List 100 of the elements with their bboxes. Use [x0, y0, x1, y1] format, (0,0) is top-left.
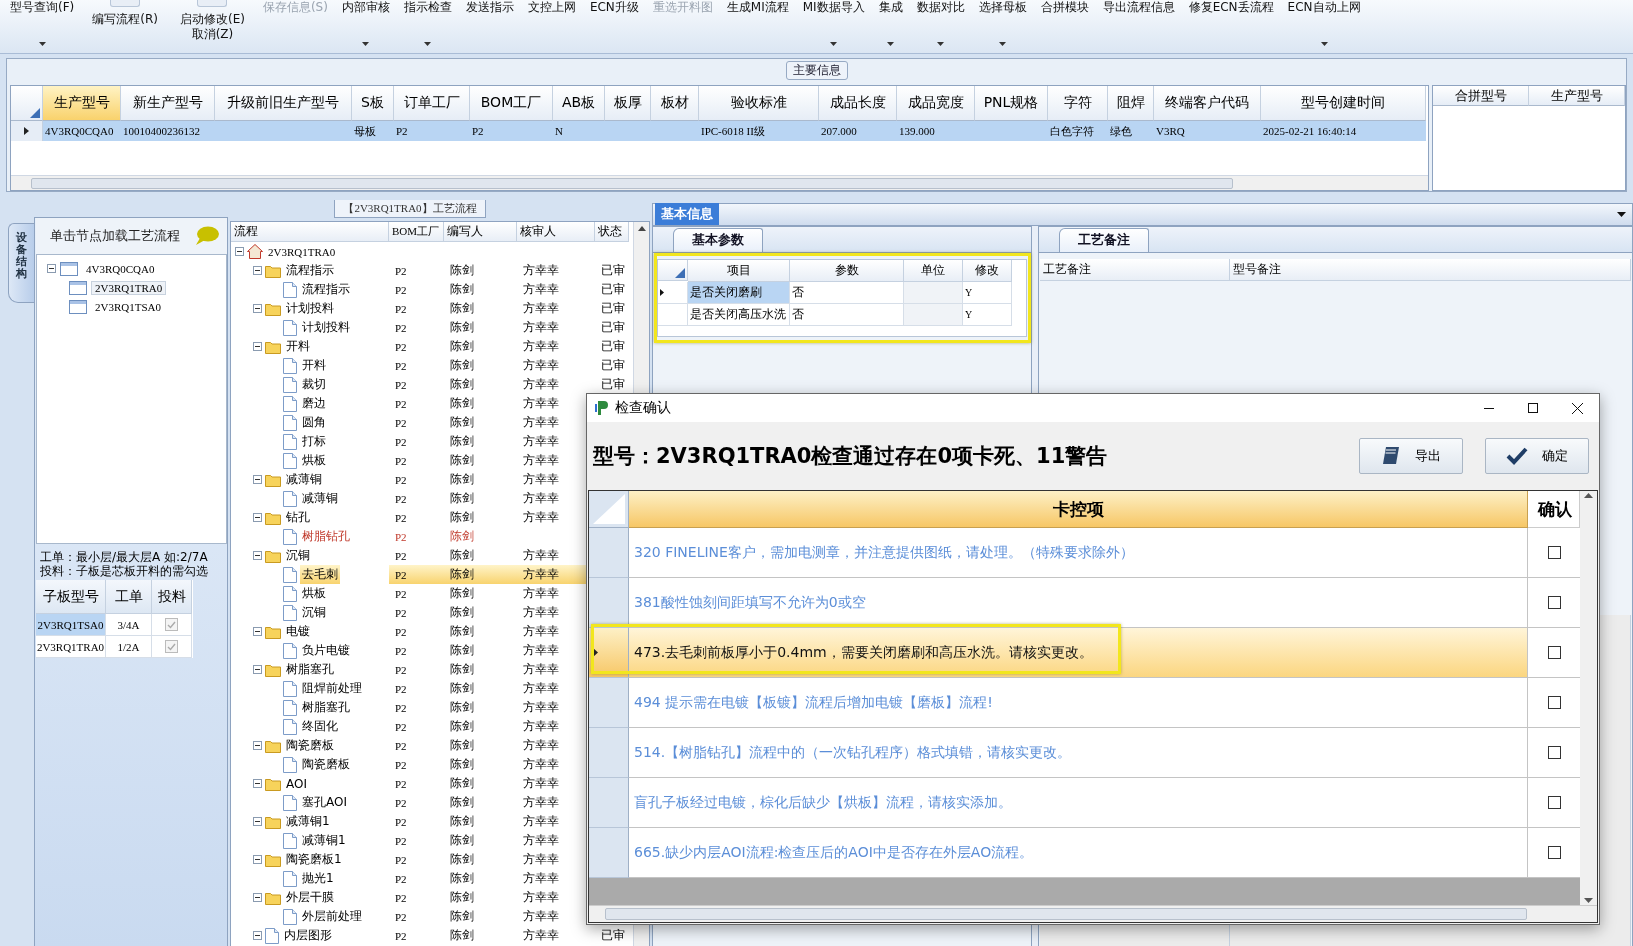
tree-item[interactable]: 计划投料 — [300, 318, 352, 337]
column-header[interactable]: 新生产型号 — [121, 86, 215, 121]
column-header[interactable]: 流程 — [231, 222, 389, 242]
collapse-toggle[interactable] — [253, 266, 262, 275]
tree-item[interactable]: 计划投料 — [284, 299, 336, 318]
dropdown-icon[interactable] — [1617, 212, 1626, 217]
tree-item[interactable]: 2V3RQ1TSA0 — [91, 299, 165, 314]
side-tab[interactable]: 设备结构 — [8, 223, 34, 303]
tab[interactable]: 基本参数 — [673, 228, 763, 252]
column-header[interactable]: 子板型号 — [36, 580, 106, 614]
tree-item[interactable]: 烘板 — [300, 584, 328, 603]
collapse-toggle[interactable] — [253, 817, 262, 826]
toolbar-button[interactable]: MI数据导入 — [802, 0, 865, 15]
column-header[interactable]: 订单工厂 — [394, 86, 470, 121]
export-button[interactable]: 导出 — [1359, 438, 1463, 474]
column-header[interactable]: 状态 — [595, 222, 629, 242]
tree-item[interactable]: 开料 — [300, 356, 328, 375]
confirm-button[interactable]: 确定 — [1485, 438, 1589, 474]
tree-item[interactable]: 树脂塞孔 — [284, 660, 336, 679]
horizontal-scrollbar[interactable] — [11, 175, 1428, 190]
toolbar-button[interactable]: 文控上网 — [527, 0, 576, 15]
checkbox[interactable] — [165, 640, 178, 653]
collapse-toggle[interactable] — [253, 931, 262, 940]
checkbox[interactable] — [1547, 646, 1561, 659]
column-header[interactable]: 单位 — [904, 260, 963, 282]
tree-item[interactable]: 钻孔 — [284, 508, 312, 527]
collapse-toggle[interactable] — [253, 342, 262, 351]
collapse-toggle[interactable] — [253, 665, 262, 674]
tree-item[interactable]: 流程指示 — [300, 280, 352, 299]
toolbar-button[interactable]: 型号查询(F) — [10, 0, 75, 15]
toolbar-button[interactable]: 修复ECN丢流程 — [1188, 0, 1274, 15]
column-header[interactable]: 生产型号 — [1529, 86, 1625, 106]
tree-item[interactable]: 减薄铜1 — [284, 812, 332, 831]
column-header[interactable]: 确认 — [1528, 491, 1580, 528]
collapse-toggle[interactable] — [253, 513, 262, 522]
tree-item[interactable]: 塞孔AOI — [300, 793, 349, 812]
checkbox[interactable] — [1547, 696, 1561, 709]
collapse-toggle[interactable] — [47, 264, 56, 273]
row-header[interactable] — [11, 121, 43, 141]
toolbar-button[interactable]: 启动修改(E) — [179, 12, 245, 27]
collapse-toggle[interactable] — [253, 855, 262, 864]
toolbar-button[interactable]: 数据对比 — [916, 0, 965, 15]
checkbox[interactable] — [1547, 796, 1561, 809]
tree-item[interactable]: 外层前处理 — [300, 907, 364, 926]
tree-item[interactable]: 阻焊前处理 — [300, 679, 364, 698]
collapse-toggle[interactable] — [253, 551, 262, 560]
column-header[interactable]: 板厚 — [605, 86, 651, 121]
column-header[interactable]: 参数 — [790, 260, 904, 282]
column-header[interactable]: 工单 — [106, 580, 152, 614]
collapse-toggle[interactable] — [253, 779, 262, 788]
column-header[interactable]: AB板 — [553, 86, 605, 121]
scroll-up-icon[interactable] — [1584, 493, 1593, 498]
tree-item[interactable]: 2V3RQ1TRA0 — [91, 280, 167, 295]
column-header[interactable]: 卡控项 — [629, 491, 1528, 528]
tree-item[interactable]: 烘板 — [300, 451, 328, 470]
tree-item[interactable]: 4V3RQ0CQA0 — [82, 261, 159, 276]
tree-item[interactable]: 开料 — [284, 337, 312, 356]
panel-tab[interactable]: 【2V3RQ1TRA0】工艺流程 — [334, 200, 486, 218]
tree-item[interactable]: 抛光1 — [300, 869, 336, 888]
tree-item[interactable]: 内层图形 — [282, 926, 334, 945]
column-header[interactable]: 终端客户代码 — [1154, 86, 1261, 121]
tree-item[interactable]: 圆角 — [300, 413, 328, 432]
collapse-toggle[interactable] — [253, 627, 262, 636]
tree-item[interactable]: 打标 — [300, 432, 328, 451]
column-header[interactable]: 核审人 — [517, 222, 595, 242]
column-header[interactable]: 工艺备注 — [1040, 259, 1230, 281]
checkbox[interactable] — [1547, 546, 1561, 559]
column-header[interactable]: 编写人 — [444, 222, 517, 242]
tree-item[interactable]: 树脂塞孔 — [300, 698, 352, 717]
toolbar-button[interactable]: 生成MI流程 — [726, 0, 789, 15]
collapse-toggle[interactable] — [235, 247, 244, 256]
tree-item[interactable]: 树脂钻孔 — [300, 527, 352, 546]
column-header[interactable]: 型号创建时间 — [1261, 86, 1426, 121]
tree-item[interactable]: 磨边 — [300, 394, 328, 413]
column-header[interactable]: 项目 — [688, 260, 790, 282]
tree-item[interactable]: AOI — [284, 774, 309, 793]
tree-item[interactable]: 减薄铜1 — [300, 831, 348, 850]
column-header[interactable]: 升级前旧生产型号 — [215, 86, 352, 121]
column-header[interactable]: 验收标准 — [699, 86, 819, 121]
toolbar-button[interactable]: 选择母板 — [978, 0, 1027, 15]
column-header[interactable]: 成品宽度 — [897, 86, 975, 121]
tree-item[interactable]: 陶瓷磨板 — [300, 755, 352, 774]
column-header[interactable]: 成品长度 — [819, 86, 897, 121]
column-header[interactable]: 阻焊 — [1108, 86, 1154, 121]
column-header[interactable]: 型号备注 — [1230, 259, 1631, 281]
tree-item[interactable]: 沉铜 — [300, 603, 328, 622]
toolbar-button[interactable]: 内部审核 — [341, 0, 390, 15]
checkbox[interactable] — [1547, 596, 1561, 609]
toolbar-button[interactable]: 导出流程信息 — [1102, 0, 1175, 15]
vertical-scrollbar[interactable] — [1580, 491, 1597, 905]
checkbox[interactable] — [1547, 846, 1561, 859]
tree-item[interactable]: 流程指示 — [284, 261, 336, 280]
tab[interactable]: 工艺备注 — [1059, 228, 1149, 252]
tree-item[interactable]: 陶瓷磨板1 — [284, 850, 344, 869]
tree-item[interactable]: 陶瓷磨板 — [284, 736, 336, 755]
column-header[interactable]: 生产型号 — [43, 86, 121, 121]
toolbar-button[interactable]: 编写流程(R) — [92, 12, 158, 27]
tree-item[interactable]: 2V3RQ1TRA0 — [266, 242, 338, 261]
scroll-down-icon[interactable] — [1584, 898, 1593, 903]
tree-item[interactable]: 减薄铜 — [284, 470, 324, 489]
